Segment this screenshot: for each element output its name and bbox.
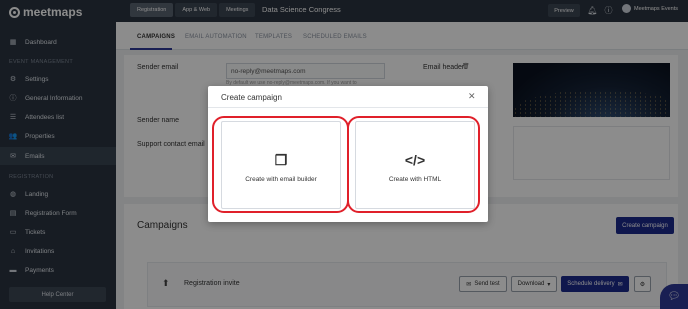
modal-title: Create campaign [221, 93, 282, 102]
modal-divider [208, 107, 488, 108]
highlight-ring [347, 116, 480, 213]
close-icon[interactable]: ✕ [468, 91, 476, 102]
highlight-ring [212, 116, 349, 213]
